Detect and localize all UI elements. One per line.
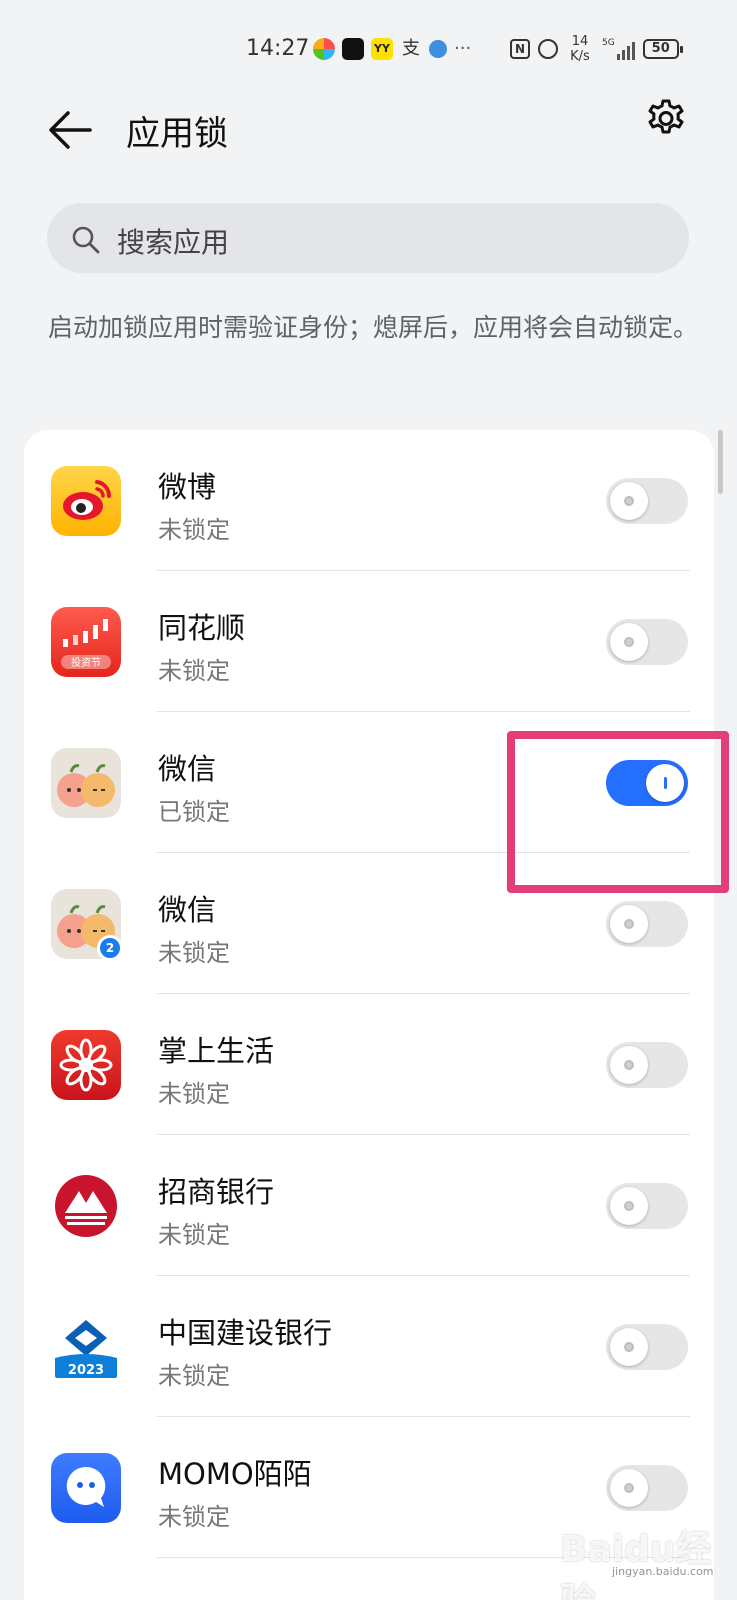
- more-notifications-icon: ···: [454, 38, 472, 59]
- lock-status: 未锁定: [158, 516, 230, 544]
- app-name: 招商银行: [158, 1175, 275, 1209]
- notification-icons: YY 支 ···: [313, 38, 471, 60]
- status-indicators: N 14 K/s 5G 50: [510, 34, 683, 64]
- lock-status: 未锁定: [158, 1221, 230, 1249]
- svg-text:2023: 2023: [68, 1363, 104, 1378]
- svg-text:投资节: 投资节: [71, 656, 101, 669]
- lock-status: 未锁定: [158, 939, 230, 967]
- zhangshangshenghuo-icon: [51, 1030, 121, 1100]
- list-item[interactable]: 招商银行 未锁定: [24, 1135, 714, 1276]
- list-item[interactable]: 2023 中国建设银行 未锁定: [24, 1276, 714, 1417]
- lock-toggle[interactable]: [606, 1324, 688, 1370]
- lock-toggle[interactable]: [606, 478, 688, 524]
- gear-icon[interactable]: [644, 98, 688, 142]
- scrollbar[interactable]: [718, 430, 723, 494]
- list-item[interactable]: 掌上生活 未锁定: [24, 994, 714, 1135]
- momo-icon: [51, 1453, 121, 1523]
- tonghuashun-icon: 投资节: [51, 607, 121, 677]
- weibo-icon: [51, 466, 121, 536]
- lock-toggle[interactable]: [606, 1183, 688, 1229]
- wechat-icon: [51, 748, 121, 818]
- app-name: 微信: [158, 893, 217, 927]
- lock-status: 未锁定: [158, 1362, 230, 1390]
- battery-icon: 50: [642, 39, 683, 59]
- lock-toggle[interactable]: [606, 1465, 688, 1511]
- lock-toggle[interactable]: [606, 901, 688, 947]
- highlight-annotation: [507, 731, 729, 893]
- search-placeholder: 搜索应用: [117, 226, 230, 259]
- app-name: 中国建设银行: [158, 1316, 333, 1350]
- description-text: 启动加锁应用时需验证身份；熄屏后，应用将会自动锁定。: [48, 313, 699, 342]
- cmb-icon: [51, 1171, 121, 1241]
- lock-toggle[interactable]: [606, 1042, 688, 1088]
- watermark-url: jingyan.baidu.com: [612, 1565, 714, 1578]
- lock-status: 未锁定: [158, 657, 230, 685]
- ccb-icon: 2023: [51, 1312, 121, 1382]
- lock-status: 未锁定: [158, 1503, 230, 1531]
- yy-notification-icon: YY: [371, 38, 393, 60]
- app-name: MOMO陌陌: [158, 1457, 312, 1491]
- watermark: Baidu经验: [560, 1529, 712, 1600]
- signal-icon: 5G: [602, 38, 635, 60]
- alipay-notification-icon: 支: [402, 38, 420, 59]
- app-name: 微信: [158, 752, 217, 786]
- app-list: 微博 未锁定 投资节 同花顺 未锁定 微信 已锁定 2 微信 未锁定 掌上生活 …: [24, 430, 714, 1600]
- wechat-clone-icon: 2: [51, 889, 123, 961]
- lock-toggle[interactable]: [606, 619, 688, 665]
- clone-badge-icon: 2: [97, 935, 123, 961]
- lock-status: 已锁定: [158, 798, 230, 826]
- status-bar: 14:27 YY 支 ··· N 14 K/s 5G 50: [0, 0, 737, 90]
- tiktok-notification-icon: [342, 38, 364, 60]
- app-name: 同花顺: [158, 611, 246, 645]
- status-time: 14:27: [246, 36, 310, 61]
- app-name: 微博: [158, 470, 217, 504]
- network-speed: 14 K/s: [570, 34, 590, 64]
- list-item[interactable]: 微博 未锁定: [24, 430, 714, 571]
- alarm-icon: [538, 39, 558, 59]
- page-title: 应用锁: [126, 114, 228, 154]
- browser-notification-icon: [429, 40, 447, 58]
- lock-status: 未锁定: [158, 1080, 230, 1108]
- app-notification-icon: [313, 38, 335, 60]
- search-input[interactable]: 搜索应用: [47, 203, 689, 273]
- list-item[interactable]: 投资节 同花顺 未锁定: [24, 571, 714, 712]
- app-name: 掌上生活: [158, 1034, 275, 1068]
- back-arrow-icon[interactable]: [46, 108, 94, 152]
- search-icon: [72, 226, 100, 254]
- nfc-icon: N: [510, 39, 530, 59]
- header: 应用锁: [0, 90, 737, 170]
